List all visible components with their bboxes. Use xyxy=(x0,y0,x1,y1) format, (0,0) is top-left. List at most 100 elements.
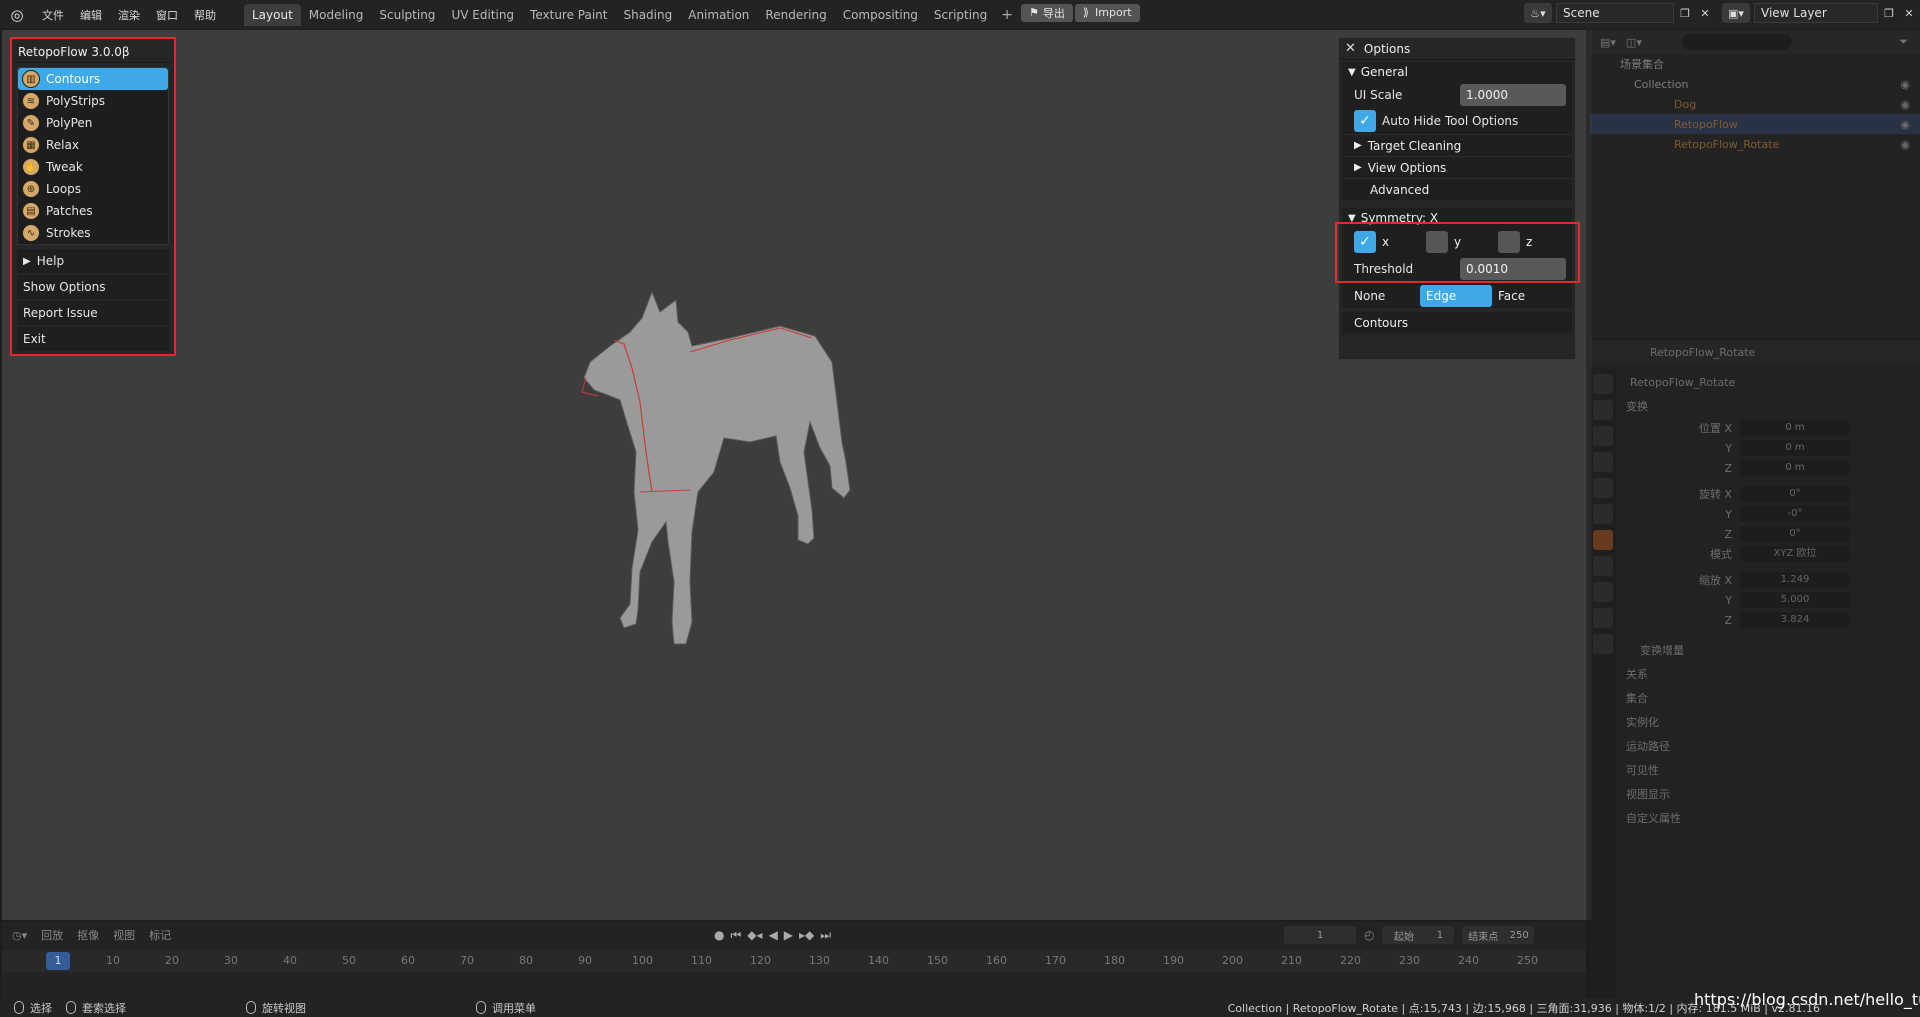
outliner-item-retopoflow[interactable]: RetopoFlow ◉ xyxy=(1590,114,1920,134)
tool-tab-icon[interactable] xyxy=(1593,374,1613,394)
timeline-menu-view[interactable]: 视图 xyxy=(113,927,135,943)
tab-compositing[interactable]: Compositing xyxy=(835,4,926,26)
tool-tweak[interactable]: ✋ Tweak xyxy=(18,156,168,178)
tool-patches[interactable]: ▤ Patches xyxy=(18,200,168,222)
rotation-z-field[interactable]: 0° xyxy=(1740,526,1850,542)
outliner-display-icon[interactable]: ▤▾ xyxy=(1600,36,1616,49)
instancing-section[interactable]: 实例化 xyxy=(1620,710,1920,734)
options-titlebar[interactable]: ✕ Options xyxy=(1339,38,1575,60)
blender-logo-icon[interactable]: ◎ xyxy=(0,6,34,24)
filter-icon[interactable]: ⏷ xyxy=(1899,35,1908,49)
start-frame-field[interactable]: 起始 1 xyxy=(1382,926,1455,944)
relations-section[interactable]: 关系 xyxy=(1620,662,1920,686)
auto-hide-row[interactable]: ✓ Auto Hide Tool Options xyxy=(1342,108,1572,134)
timeline-menu-keying[interactable]: 抠像 xyxy=(77,927,99,943)
scene-tab-icon[interactable] xyxy=(1593,478,1613,498)
new-scene-icon[interactable]: ❐ xyxy=(1676,4,1694,22)
mode-none-option[interactable]: None xyxy=(1348,285,1420,307)
object-tab-icon[interactable] xyxy=(1593,530,1613,550)
import-button[interactable]: ⟫ Import xyxy=(1074,3,1140,22)
contours-options-header[interactable]: Contours xyxy=(1342,312,1572,334)
view-layer-icon[interactable]: ▣▾ xyxy=(1722,3,1750,23)
outliner-item-retopoflow-rotate[interactable]: RetopoFlow_Rotate ◉ xyxy=(1590,134,1920,154)
prev-keyframe-icon[interactable]: ◆◂ xyxy=(747,928,762,943)
physics-tab-icon[interactable] xyxy=(1593,582,1613,602)
rotation-x-field[interactable]: 0° xyxy=(1740,486,1850,502)
export-button[interactable]: ⚑ 导出 xyxy=(1021,3,1073,22)
jump-start-icon[interactable]: ⏮ xyxy=(730,928,741,943)
tool-relax[interactable]: ▦ Relax xyxy=(18,134,168,156)
tool-contours[interactable]: ▥ Contours xyxy=(18,68,168,90)
next-keyframe-icon[interactable]: ▸◆ xyxy=(799,928,814,943)
scale-z-field[interactable]: 3.824 xyxy=(1740,612,1850,628)
remove-scene-icon[interactable]: ✕ xyxy=(1696,4,1714,22)
eye-icon[interactable]: ◉ xyxy=(1900,138,1910,151)
tab-uv-editing[interactable]: UV Editing xyxy=(443,4,522,26)
mode-face-option[interactable]: Face xyxy=(1492,285,1564,307)
eye-icon[interactable]: ◉ xyxy=(1900,78,1910,91)
constraint-tab-icon[interactable] xyxy=(1593,608,1613,628)
scale-y-field[interactable]: 5.000 xyxy=(1740,592,1850,608)
tab-sculpting[interactable]: Sculpting xyxy=(371,4,443,26)
menu-file[interactable]: 文件 xyxy=(34,7,72,23)
eye-icon[interactable]: ◉ xyxy=(1900,118,1910,131)
visibility-section[interactable]: 可见性 xyxy=(1620,758,1920,782)
outliner-search-input[interactable] xyxy=(1681,34,1792,50)
menu-help[interactable]: 帮助 xyxy=(186,7,224,23)
delta-transform-section[interactable]: 变换增量 xyxy=(1620,638,1920,662)
timeline-ruler[interactable]: 1 10 20 30 40 50 60 70 80 90 100 110 120… xyxy=(2,950,1586,972)
tab-rendering[interactable]: Rendering xyxy=(757,4,834,26)
timeline-menu-playback[interactable]: 回放 xyxy=(41,927,63,943)
scene-name-field[interactable]: Scene xyxy=(1556,3,1674,23)
outliner-root[interactable]: 场景集合 xyxy=(1590,54,1920,74)
outliner-collection[interactable]: Collection ◉ xyxy=(1590,74,1920,94)
world-tab-icon[interactable] xyxy=(1593,504,1613,524)
output-tab-icon[interactable] xyxy=(1593,426,1613,446)
tab-scripting[interactable]: Scripting xyxy=(926,4,995,26)
close-icon[interactable]: ✕ xyxy=(1345,41,1356,56)
current-frame-field[interactable]: 1 xyxy=(1284,926,1356,944)
location-x-field[interactable]: 0 m xyxy=(1740,420,1850,436)
end-frame-field[interactable]: 结束点 250 xyxy=(1462,926,1535,944)
jump-end-icon[interactable]: ⏭ xyxy=(820,928,831,943)
rotation-mode-select[interactable]: XYZ 欧拉 xyxy=(1740,546,1850,562)
motion-paths-section[interactable]: 运动路径 xyxy=(1620,734,1920,758)
outliner-item-dog[interactable]: Dog ◉ xyxy=(1590,94,1920,114)
record-icon[interactable]: ● xyxy=(714,928,724,943)
tool-loops[interactable]: ⊕ Loops xyxy=(18,178,168,200)
tool-strokes[interactable]: ∿ Strokes xyxy=(18,222,168,244)
modifier-tab-icon[interactable] xyxy=(1593,556,1613,576)
tab-animation[interactable]: Animation xyxy=(680,4,757,26)
play-icon[interactable]: ▶ xyxy=(784,928,793,943)
target-cleaning-toggle[interactable]: ▶ Target Cleaning xyxy=(1342,134,1572,156)
texture-tab-icon[interactable] xyxy=(1593,634,1613,654)
tab-shading[interactable]: Shading xyxy=(615,4,680,26)
view-options-toggle[interactable]: ▶ View Options xyxy=(1342,156,1572,178)
custom-properties-section[interactable]: 自定义属性 xyxy=(1620,806,1920,830)
tab-modeling[interactable]: Modeling xyxy=(301,4,372,26)
tool-polystrips[interactable]: ≋ PolyStrips xyxy=(18,90,168,112)
report-issue-button[interactable]: Report Issue xyxy=(17,301,169,325)
rotation-y-field[interactable]: -0° xyxy=(1740,506,1850,522)
general-header[interactable]: ▼ General xyxy=(1342,62,1572,82)
collections-section[interactable]: 集合 xyxy=(1620,686,1920,710)
object-name-field[interactable]: RetopoFlow_Rotate xyxy=(1620,370,1920,394)
help-toggle[interactable]: ▶ Help xyxy=(17,249,169,273)
new-view-layer-icon[interactable]: ❐ xyxy=(1880,4,1898,22)
scale-x-field[interactable]: 1.249 xyxy=(1740,572,1850,588)
exit-button[interactable]: Exit xyxy=(17,327,169,351)
eye-icon[interactable]: ◉ xyxy=(1900,98,1910,111)
advanced-toggle[interactable]: Advanced xyxy=(1342,178,1572,200)
render-tab-icon[interactable] xyxy=(1593,400,1613,420)
menu-render[interactable]: 渲染 xyxy=(110,7,148,23)
remove-view-layer-icon[interactable]: ✕ xyxy=(1900,4,1918,22)
view-layer-tab-icon[interactable] xyxy=(1593,452,1613,472)
ui-scale-input[interactable]: 1.0000 xyxy=(1460,84,1566,106)
mode-edge-option[interactable]: Edge xyxy=(1420,285,1492,307)
add-workspace-button[interactable]: + xyxy=(995,4,1019,26)
viewport-display-section[interactable]: 视图显示 xyxy=(1620,782,1920,806)
tab-layout[interactable]: Layout xyxy=(244,3,301,26)
location-z-field[interactable]: 0 m xyxy=(1740,460,1850,476)
outliner-filter-mode-icon[interactable]: ◫▾ xyxy=(1626,36,1642,49)
auto-hide-checkbox[interactable]: ✓ xyxy=(1354,110,1376,132)
